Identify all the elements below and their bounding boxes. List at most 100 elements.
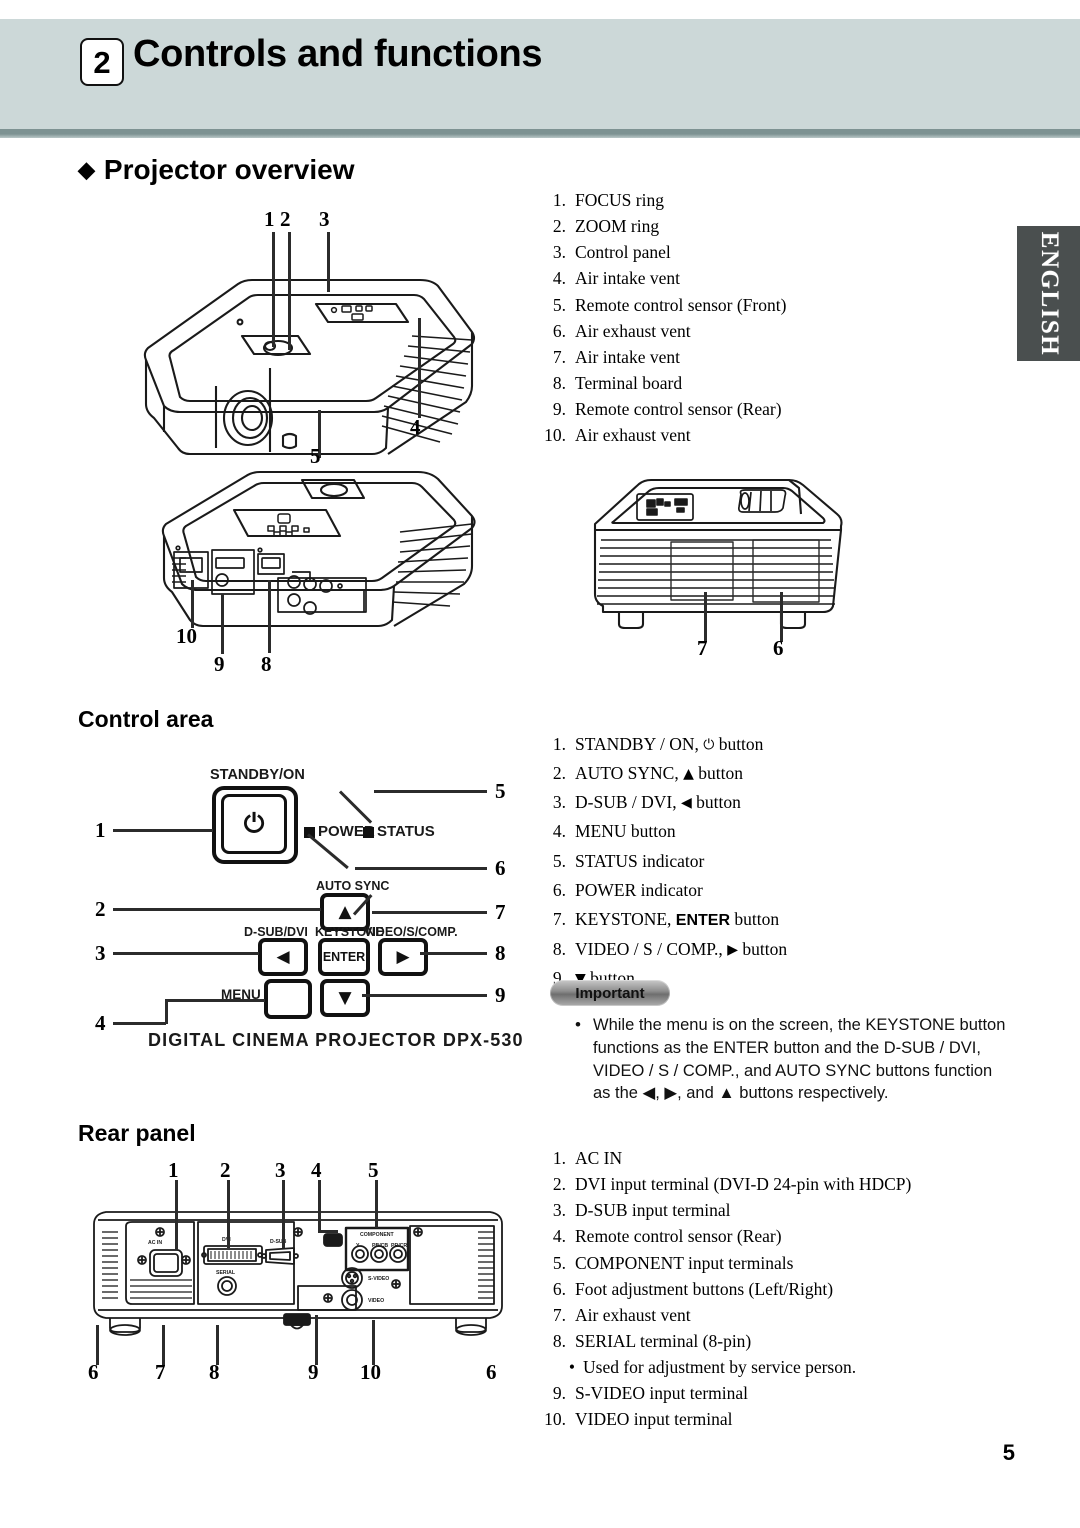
rear-callout-10: 10: [360, 1360, 381, 1384]
language-tab-label: ENGLISH: [1035, 231, 1063, 356]
keystone-enter-button[interactable]: ENTER: [318, 938, 370, 976]
list-item: 8. VIDEO / S / COMP., ▶ button: [552, 939, 788, 960]
control-area-list: 1. STANDBY / ON, ⏻ button 2. AUTO SYNC, ▲ …: [536, 734, 996, 998]
section-heading-control-area: Control area: [78, 706, 214, 732]
list-item: 2. ZOOM ring: [552, 216, 660, 237]
leader-line: [780, 592, 783, 642]
control-callout-8: 8: [495, 941, 506, 965]
callout-6: 6: [773, 636, 784, 660]
section-heading-label: Projector overview: [103, 154, 355, 185]
arrow-up-icon: ▲: [338, 902, 352, 922]
callout-3: 3: [319, 207, 330, 231]
list-item: 9. Remote control sensor (Rear): [552, 399, 782, 420]
manual-page: 2 Controls and functions ENGLISH ◆ Projec…: [0, 0, 1080, 1528]
list-item: 4. MENU button: [552, 821, 676, 842]
list-item: 1. STANDBY / ON, ⏻ button: [552, 734, 764, 754]
rear-callout-2: 2: [220, 1158, 231, 1182]
down-button[interactable]: ▼: [320, 979, 370, 1017]
leader-line: [362, 994, 487, 997]
leader-line: [418, 318, 421, 418]
list-item: 5. Remote control sensor (Front): [552, 294, 787, 315]
callout-9: 9: [214, 652, 225, 676]
leader-line: [420, 952, 487, 955]
chapter-number: 2: [80, 38, 124, 86]
banner-rule: [0, 129, 1080, 138]
list-item: 6. Foot adjustment buttons (Left/Right): [552, 1278, 834, 1299]
control-label-status: STATUS: [377, 823, 435, 840]
control-callout-1: 1: [95, 818, 106, 842]
leader-line: [374, 790, 487, 793]
rear-callout-4: 4: [311, 1158, 322, 1182]
leader-line: [165, 999, 265, 1002]
section-heading-rear-panel: Rear panel: [78, 1120, 196, 1146]
list-item: 6. POWER indicator: [552, 879, 703, 900]
control-label-auto-sync: AUTO SYNC: [316, 879, 390, 893]
list-item: 3. D-SUB input terminal: [552, 1200, 731, 1221]
svg-text:VIDEO: VIDEO: [368, 1298, 384, 1304]
control-callout-2: 2: [95, 897, 106, 921]
list-item: 7. Air intake vent: [552, 346, 680, 367]
leader-line: [355, 867, 487, 870]
language-tab: ENGLISH: [1017, 226, 1080, 361]
control-label-dsub-dvi: D-SUB/DVI: [244, 925, 308, 939]
rear-callout-8: 8: [209, 1360, 220, 1384]
arrow-right-icon: ▶: [396, 947, 410, 967]
page-number: 5: [1002, 1440, 1015, 1465]
svg-text:S-VIDEO: S-VIDEO: [368, 1276, 389, 1282]
leader-line: [227, 1180, 230, 1248]
control-callout-3: 3: [95, 941, 106, 965]
leader-line: [338, 790, 373, 824]
important-note-text: While the menu is on the screen, the KEY…: [593, 1016, 1006, 1103]
leader-line: [191, 580, 194, 628]
list-item: 9. S-VIDEO input terminal: [552, 1383, 749, 1404]
leader-line: [113, 829, 213, 832]
arrow-left-icon: ◀: [276, 947, 290, 967]
svg-text:AC IN: AC IN: [148, 1240, 162, 1246]
dsub-dvi-left-button[interactable]: ◀: [258, 938, 308, 976]
arrow-up-icon: ▲: [683, 766, 694, 783]
arrow-right-icon: ▶: [727, 942, 738, 959]
svg-text:SERIAL: SERIAL: [216, 1270, 236, 1276]
projector-model-label: DIGITAL CINEMA PROJECTOR DPX-530: [148, 1030, 524, 1050]
list-subitem: • Used for adjustment by service person.: [536, 1357, 1006, 1378]
leader-line: [113, 952, 259, 955]
page-title: Controls and functions: [133, 33, 543, 75]
list-item: 1. FOCUS ring: [552, 190, 664, 210]
leader-line: [268, 580, 271, 653]
control-callout-4: 4: [95, 1011, 106, 1035]
leader-line: [704, 592, 707, 642]
leader-line: [175, 1180, 178, 1250]
leader-line: [372, 911, 487, 914]
video-right-button[interactable]: ▶: [378, 938, 428, 976]
list-item: 6. Air exhaust vent: [552, 320, 691, 341]
leader-line: [318, 1230, 338, 1233]
list-item: 10. Air exhaust vent: [544, 425, 691, 446]
leader-line: [318, 1180, 321, 1232]
arrow-left-icon: ◀: [680, 795, 692, 812]
leader-line: [288, 232, 291, 350]
list-item: 5. COMPONENT input terminals: [552, 1252, 794, 1273]
figure-projector-rear-top: [161, 470, 476, 628]
callout-8: 8: [261, 652, 272, 676]
power-glyph-icon: ⏻: [703, 737, 715, 753]
menu-button[interactable]: [264, 979, 312, 1019]
list-item: 10. VIDEO input terminal: [544, 1409, 733, 1430]
leader-line: [113, 1022, 166, 1025]
power-icon: ⏻: [243, 808, 265, 839]
bullet-icon: •: [575, 1015, 581, 1034]
important-note: • While the menu is on the screen, the K…: [575, 1014, 1007, 1105]
list-item: 8. SERIAL terminal (8-pin): [552, 1330, 752, 1351]
standby-on-button-inner[interactable]: ⏻: [221, 794, 287, 854]
rear-callout-6: 6: [88, 1360, 99, 1384]
list-item: 2. AUTO SYNC, ▲ button: [552, 763, 743, 784]
rear-panel-list: 1. AC IN 2. DVI input terminal (DVI-D 24-p…: [536, 1148, 1006, 1435]
control-label-standby: STANDBY/ON: [210, 767, 305, 783]
list-item: 8. Terminal board: [552, 372, 683, 393]
overview-list: 1. FOCUS ring 2. ZOOM ring 3. Control panel…: [536, 190, 986, 451]
leader-line: [113, 908, 321, 911]
arrow-down-icon: ▼: [338, 988, 352, 1008]
figure-rear-panel: AC IN DVI SERIAL D-SUB COMPONENT Y PB/CB…: [93, 1211, 503, 1336]
leader-line: [315, 1315, 318, 1365]
enter-emphasis: ENTER: [675, 911, 731, 929]
bullet-icon: •: [568, 1357, 575, 1378]
